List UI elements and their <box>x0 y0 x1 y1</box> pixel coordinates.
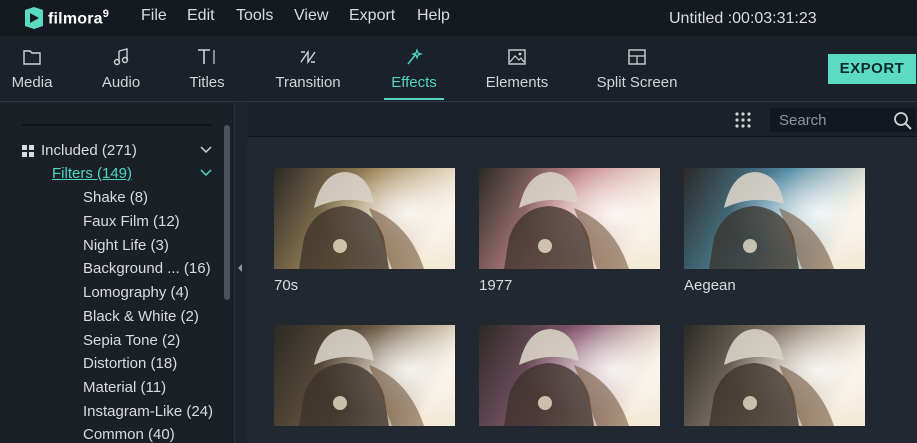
effect-thumbnail[interactable] <box>479 168 660 269</box>
effect-name-label: Aegean <box>684 277 736 294</box>
sidebar-divider <box>22 124 212 126</box>
filter-item-faux-film[interactable]: Faux Film (12) <box>83 213 180 230</box>
tab-elements[interactable]: Elements <box>481 36 553 100</box>
tab-label: Transition <box>275 74 341 91</box>
filter-item-material[interactable]: Material (11) <box>83 379 166 396</box>
effects-icon <box>384 36 444 72</box>
menu-edit[interactable]: Edit <box>187 7 215 25</box>
filters-label: Filters (149) <box>52 165 133 182</box>
tab-transition[interactable]: Transition <box>268 36 348 100</box>
app-logo-text: filmora9 <box>48 8 110 28</box>
menu-bar: filmora9 File Edit Tools View Export Hel… <box>0 0 917 36</box>
chevron-down-icon[interactable] <box>200 144 212 154</box>
grid-view-icon[interactable] <box>734 111 752 129</box>
menu-view[interactable]: View <box>294 7 328 25</box>
library-top-bar <box>247 103 917 137</box>
image-icon <box>481 36 553 72</box>
effect-thumbnail[interactable] <box>274 325 455 426</box>
tab-split-screen[interactable]: Split Screen <box>592 36 682 100</box>
effects-category-sidebar: Included (271) Filters (149) Shake (8) F… <box>0 103 235 443</box>
tab-label: Audio <box>101 74 141 91</box>
chevron-down-icon[interactable] <box>200 167 212 177</box>
menu-tools[interactable]: Tools <box>236 7 273 25</box>
music-note-icon <box>96 36 146 72</box>
filter-item-shake[interactable]: Shake (8) <box>83 189 148 206</box>
sidebar-scrollbar[interactable] <box>224 125 230 300</box>
tab-titles[interactable]: Titles <box>184 36 230 100</box>
text-icon <box>184 36 230 72</box>
tab-label: Media <box>11 74 53 91</box>
module-toolbar: Media Audio Titles Transition Effects El… <box>0 36 917 102</box>
effects-library: 70s 1977 Aegean <box>247 103 917 443</box>
tab-label: Effects <box>391 74 437 91</box>
search-icon[interactable] <box>893 111 913 131</box>
effect-thumbnail[interactable] <box>684 325 865 426</box>
effect-name-label: 70s <box>274 277 299 294</box>
menu-help[interactable]: Help <box>417 7 450 25</box>
project-title: Untitled :00:03:31:23 <box>669 10 817 27</box>
filter-item-lomography[interactable]: Lomography (4) <box>83 284 189 301</box>
filter-item-background[interactable]: Background ... (16) <box>83 260 211 277</box>
collapse-sidebar-icon[interactable] <box>235 248 245 288</box>
filter-item-sepia-tone[interactable]: Sepia Tone (2) <box>83 332 180 349</box>
effect-thumbnail[interactable] <box>479 325 660 426</box>
tab-label: Elements <box>485 74 549 91</box>
effect-name-label: 1977 <box>479 277 513 294</box>
split-screen-icon <box>592 36 682 72</box>
tab-effects[interactable]: Effects <box>384 36 444 100</box>
search-input[interactable] <box>771 109 891 131</box>
category-included[interactable]: Included (271) <box>22 141 222 163</box>
filter-item-instagram-like[interactable]: Instagram-Like (24) <box>83 403 213 420</box>
filter-item-black-white[interactable]: Black & White (2) <box>83 308 199 325</box>
tab-label: Split Screen <box>596 74 678 91</box>
tab-audio[interactable]: Audio <box>96 36 146 100</box>
filter-item-distortion[interactable]: Distortion (18) <box>83 355 177 372</box>
export-button[interactable]: EXPORT <box>828 54 916 84</box>
category-filters[interactable]: Filters (149) <box>52 164 222 186</box>
tab-media[interactable]: Media <box>5 36 59 100</box>
transition-icon <box>268 36 348 72</box>
filmora-logo-icon <box>25 7 43 29</box>
filter-item-night-life[interactable]: Night Life (3) <box>83 237 169 254</box>
folder-icon <box>5 36 59 72</box>
effect-thumbnail[interactable] <box>274 168 455 269</box>
grid-icon <box>22 145 34 157</box>
menu-export[interactable]: Export <box>349 7 395 25</box>
tab-label: Titles <box>189 74 225 91</box>
filter-item-common[interactable]: Common (40) <box>83 426 175 443</box>
menu-file[interactable]: File <box>141 7 167 25</box>
search-box <box>770 108 916 132</box>
effect-thumbnail[interactable] <box>684 168 865 269</box>
category-label: Included (271) <box>41 142 137 159</box>
